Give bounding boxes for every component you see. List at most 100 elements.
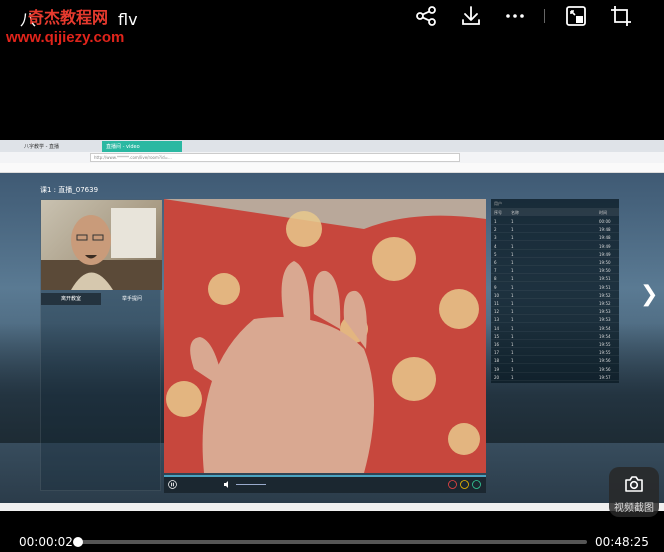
more-icon[interactable] <box>503 4 527 28</box>
viewer-cell: 14 <box>494 325 500 331</box>
shared-camera-video[interactable] <box>164 199 486 473</box>
viewer-row: 20 1 19:57 <box>491 373 619 381</box>
viewer-row: 8 1 19:51 <box>491 274 619 283</box>
viewer-cell: 1 <box>511 235 514 241</box>
browser-bookmarks-bar <box>0 163 664 173</box>
video-frame[interactable]: 八字教学 - 直播 直播间 - video http://www.******.… <box>0 140 664 511</box>
viewer-cell: 1 <box>511 276 514 282</box>
viewer-cell: 19:57 <box>599 374 611 380</box>
pause-icon[interactable] <box>168 480 177 489</box>
viewer-cell: 1 <box>511 227 514 233</box>
viewer-row: 10 1 19:52 <box>491 291 619 299</box>
viewer-cell: 1 <box>511 317 514 323</box>
viewer-cell: 19:53 <box>599 309 611 315</box>
viewer-cell: 11 <box>494 301 500 306</box>
viewer-row: 12 1 19:53 <box>491 307 619 316</box>
viewer-cell: 19:48 <box>599 227 611 233</box>
viewer-row: 13 1 19:53 <box>491 315 619 324</box>
viewer-cell: 12 <box>494 309 500 315</box>
browser-url-field[interactable]: http://www.******.com/live/room?id=... <box>90 153 460 162</box>
viewer-cell: 1 <box>511 219 514 224</box>
viewer-cell: 1 <box>511 309 514 315</box>
picture-in-picture-icon[interactable] <box>564 4 588 28</box>
seek-thumb[interactable] <box>73 537 84 547</box>
viewer-list-columns: 序号 名称 时间 <box>491 208 619 216</box>
viewer-cell: 19 <box>494 366 500 372</box>
viewer-cell: 19:48 <box>599 235 611 241</box>
watermark-text: 奇杰教程网 <box>28 8 109 27</box>
viewer-cell: 13 <box>494 317 500 323</box>
seek-bar[interactable] <box>73 537 587 547</box>
viewer-cell: 19:53 <box>599 317 611 323</box>
viewer-cell: 1 <box>511 268 514 274</box>
viewer-cell: 19:49 <box>599 251 611 257</box>
viewer-cell: 1 <box>511 342 514 347</box>
browser-tab-active[interactable]: 直播间 - video <box>102 141 182 152</box>
viewer-cell: 7 <box>494 268 497 274</box>
viewer-cell: 19:54 <box>599 325 611 331</box>
control-icons-group <box>448 480 481 489</box>
viewer-list-header: 用户 <box>494 201 502 206</box>
viewer-row: 7 1 19:50 <box>491 266 619 275</box>
volume-slider[interactable] <box>236 484 266 485</box>
share-icon[interactable] <box>414 4 438 28</box>
camera-icon <box>625 476 643 492</box>
viewer-row: 11 1 19:52 <box>491 299 619 307</box>
viewer-cell: 19:55 <box>599 342 611 347</box>
viewer-cell: 16 <box>494 342 500 347</box>
download-icon[interactable] <box>459 4 483 28</box>
viewer-cell: 19:49 <box>599 243 611 249</box>
viewer-cell: 3 <box>494 235 497 241</box>
raise-hand-button[interactable]: 举手提问 <box>102 293 162 305</box>
viewer-row: 6 1 19:50 <box>491 258 619 266</box>
live-room-page: 课1 : 直播_07639 离开教室 举手提问 用户 序号 名称 时间 1 1 … <box>0 173 664 503</box>
browser-address-bar: http://www.******.com/live/room?id=... <box>0 152 664 163</box>
viewer-cell: 9 <box>494 284 497 290</box>
viewer-cell: 1 <box>494 219 497 224</box>
viewer-row: 4 1 19:49 <box>491 242 619 250</box>
viewer-row: 19 1 19:56 <box>491 365 619 373</box>
viewer-cell: 17 <box>494 350 500 356</box>
viewer-cell: 1 <box>511 292 514 298</box>
viewer-cell: 6 <box>494 260 497 265</box>
viewer-row: 5 1 19:49 <box>491 250 619 258</box>
viewer-cell: 1 <box>511 358 514 364</box>
viewer-cell: 19:52 <box>599 292 611 298</box>
viewer-cell: 19:56 <box>599 366 611 372</box>
browser-tab-bar: 八字教学 - 直播 直播间 - video <box>0 140 664 152</box>
viewer-row: 9 1 19:51 <box>491 283 619 291</box>
teacher-panel: 离开教室 举手提问 <box>40 199 162 491</box>
viewer-cell: 8 <box>494 276 497 282</box>
leave-room-button[interactable]: 离开教室 <box>41 293 101 305</box>
viewer-cell: 19:54 <box>599 333 611 339</box>
viewer-list-panel: 用户 序号 名称 时间 1 1 00:00 2 1 19:48 3 1 19:48 4 1 19:49… <box>491 199 619 383</box>
viewer-cell: 15 <box>494 333 500 339</box>
viewer-row: 1 1 00:00 <box>491 217 619 225</box>
viewer-cell: 20 <box>494 374 500 380</box>
viewer-row: 14 1 19:54 <box>491 324 619 332</box>
viewer-cell: 1 <box>511 374 514 380</box>
screenshot-label: 视频截图 <box>614 503 654 514</box>
inner-progress[interactable] <box>164 475 486 477</box>
toolbar-divider <box>544 9 545 23</box>
viewer-cell: 19:55 <box>599 350 611 356</box>
viewer-row: 17 1 19:55 <box>491 348 619 357</box>
column-header: 序号 <box>494 210 502 215</box>
volume-icon[interactable] <box>224 481 232 488</box>
viewer-cell: 2 <box>494 227 497 233</box>
viewer-cell: 1 <box>511 333 514 339</box>
viewer-cell: 19:56 <box>599 358 611 364</box>
viewer-cell: 1 <box>511 251 514 257</box>
browser-tab[interactable]: 八字教学 - 直播 <box>20 141 100 152</box>
viewer-cell: 1 <box>511 350 514 356</box>
viewer-row: 16 1 19:55 <box>491 340 619 348</box>
column-header: 名称 <box>511 210 519 215</box>
os-taskbar <box>0 503 664 511</box>
next-video-arrow[interactable]: ❯ <box>640 282 658 307</box>
crop-icon[interactable] <box>609 4 633 28</box>
viewer-cell: 19:50 <box>599 260 611 265</box>
viewer-cell: 19:50 <box>599 268 611 274</box>
screenshot-button[interactable]: 视频截图 <box>609 467 659 517</box>
viewer-cell: 19:51 <box>599 284 611 290</box>
viewer-cell: 00:00 <box>599 219 611 224</box>
